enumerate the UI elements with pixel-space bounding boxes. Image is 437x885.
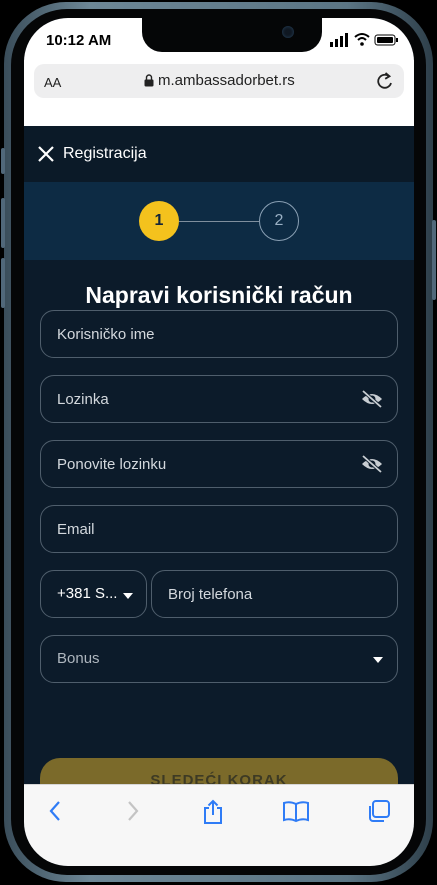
back-icon[interactable] (48, 799, 62, 823)
tabs-icon[interactable] (367, 799, 391, 823)
side-button (1, 148, 5, 174)
status-time: 10:12 AM (46, 32, 112, 49)
url-text[interactable]: m.ambassadorbet.rs (158, 72, 295, 89)
forward-icon[interactable] (126, 799, 140, 823)
step-2-indicator: 2 (259, 201, 299, 241)
address-bar[interactable]: AA m.ambassadorbet.rs (34, 64, 404, 98)
password-field (40, 375, 398, 423)
eye-off-icon[interactable] (361, 454, 383, 474)
chevron-down-icon (123, 593, 133, 599)
repeat-password-input[interactable] (57, 441, 349, 487)
browser-address-area: AA m.ambassadorbet.rs (24, 60, 414, 126)
phone-field (151, 570, 398, 618)
eye-off-icon[interactable] (361, 389, 383, 409)
phone-input[interactable] (168, 571, 349, 617)
browser-toolbar (24, 784, 414, 866)
power-button (432, 220, 436, 300)
bonus-select[interactable]: Bonus (40, 635, 398, 683)
reader-aa-button[interactable]: AA (44, 75, 61, 90)
repeat-password-field (40, 440, 398, 488)
username-field (40, 310, 398, 358)
chevron-down-icon (373, 657, 383, 663)
bookmarks-icon[interactable] (282, 799, 310, 823)
country-code-value: +381 S... (57, 585, 118, 602)
lock-icon (144, 74, 154, 87)
username-input[interactable] (57, 311, 349, 357)
stepper: 1 2 (24, 182, 414, 260)
step-1-indicator: 1 (139, 201, 179, 241)
registration-header: Registracija (24, 126, 414, 182)
email-field (40, 505, 398, 553)
camera-icon (282, 26, 294, 38)
screen: 10:12 AM AA m.ambassadorbet.rs Registrac… (24, 18, 414, 866)
notch (142, 18, 322, 52)
signal-wifi-battery-icon (330, 33, 398, 47)
bonus-placeholder: Bonus (57, 650, 100, 667)
step-connector (179, 221, 259, 222)
volume-down-button (1, 258, 5, 308)
country-code-select[interactable]: +381 S... (40, 570, 147, 618)
password-input[interactable] (57, 376, 349, 422)
close-icon[interactable] (38, 146, 54, 162)
reload-icon[interactable] (375, 70, 395, 92)
share-icon[interactable] (201, 799, 225, 825)
volume-up-button (1, 198, 5, 248)
form-title: Napravi korisnički račun (85, 282, 353, 308)
email-input[interactable] (57, 506, 349, 552)
header-title: Registracija (63, 145, 147, 162)
